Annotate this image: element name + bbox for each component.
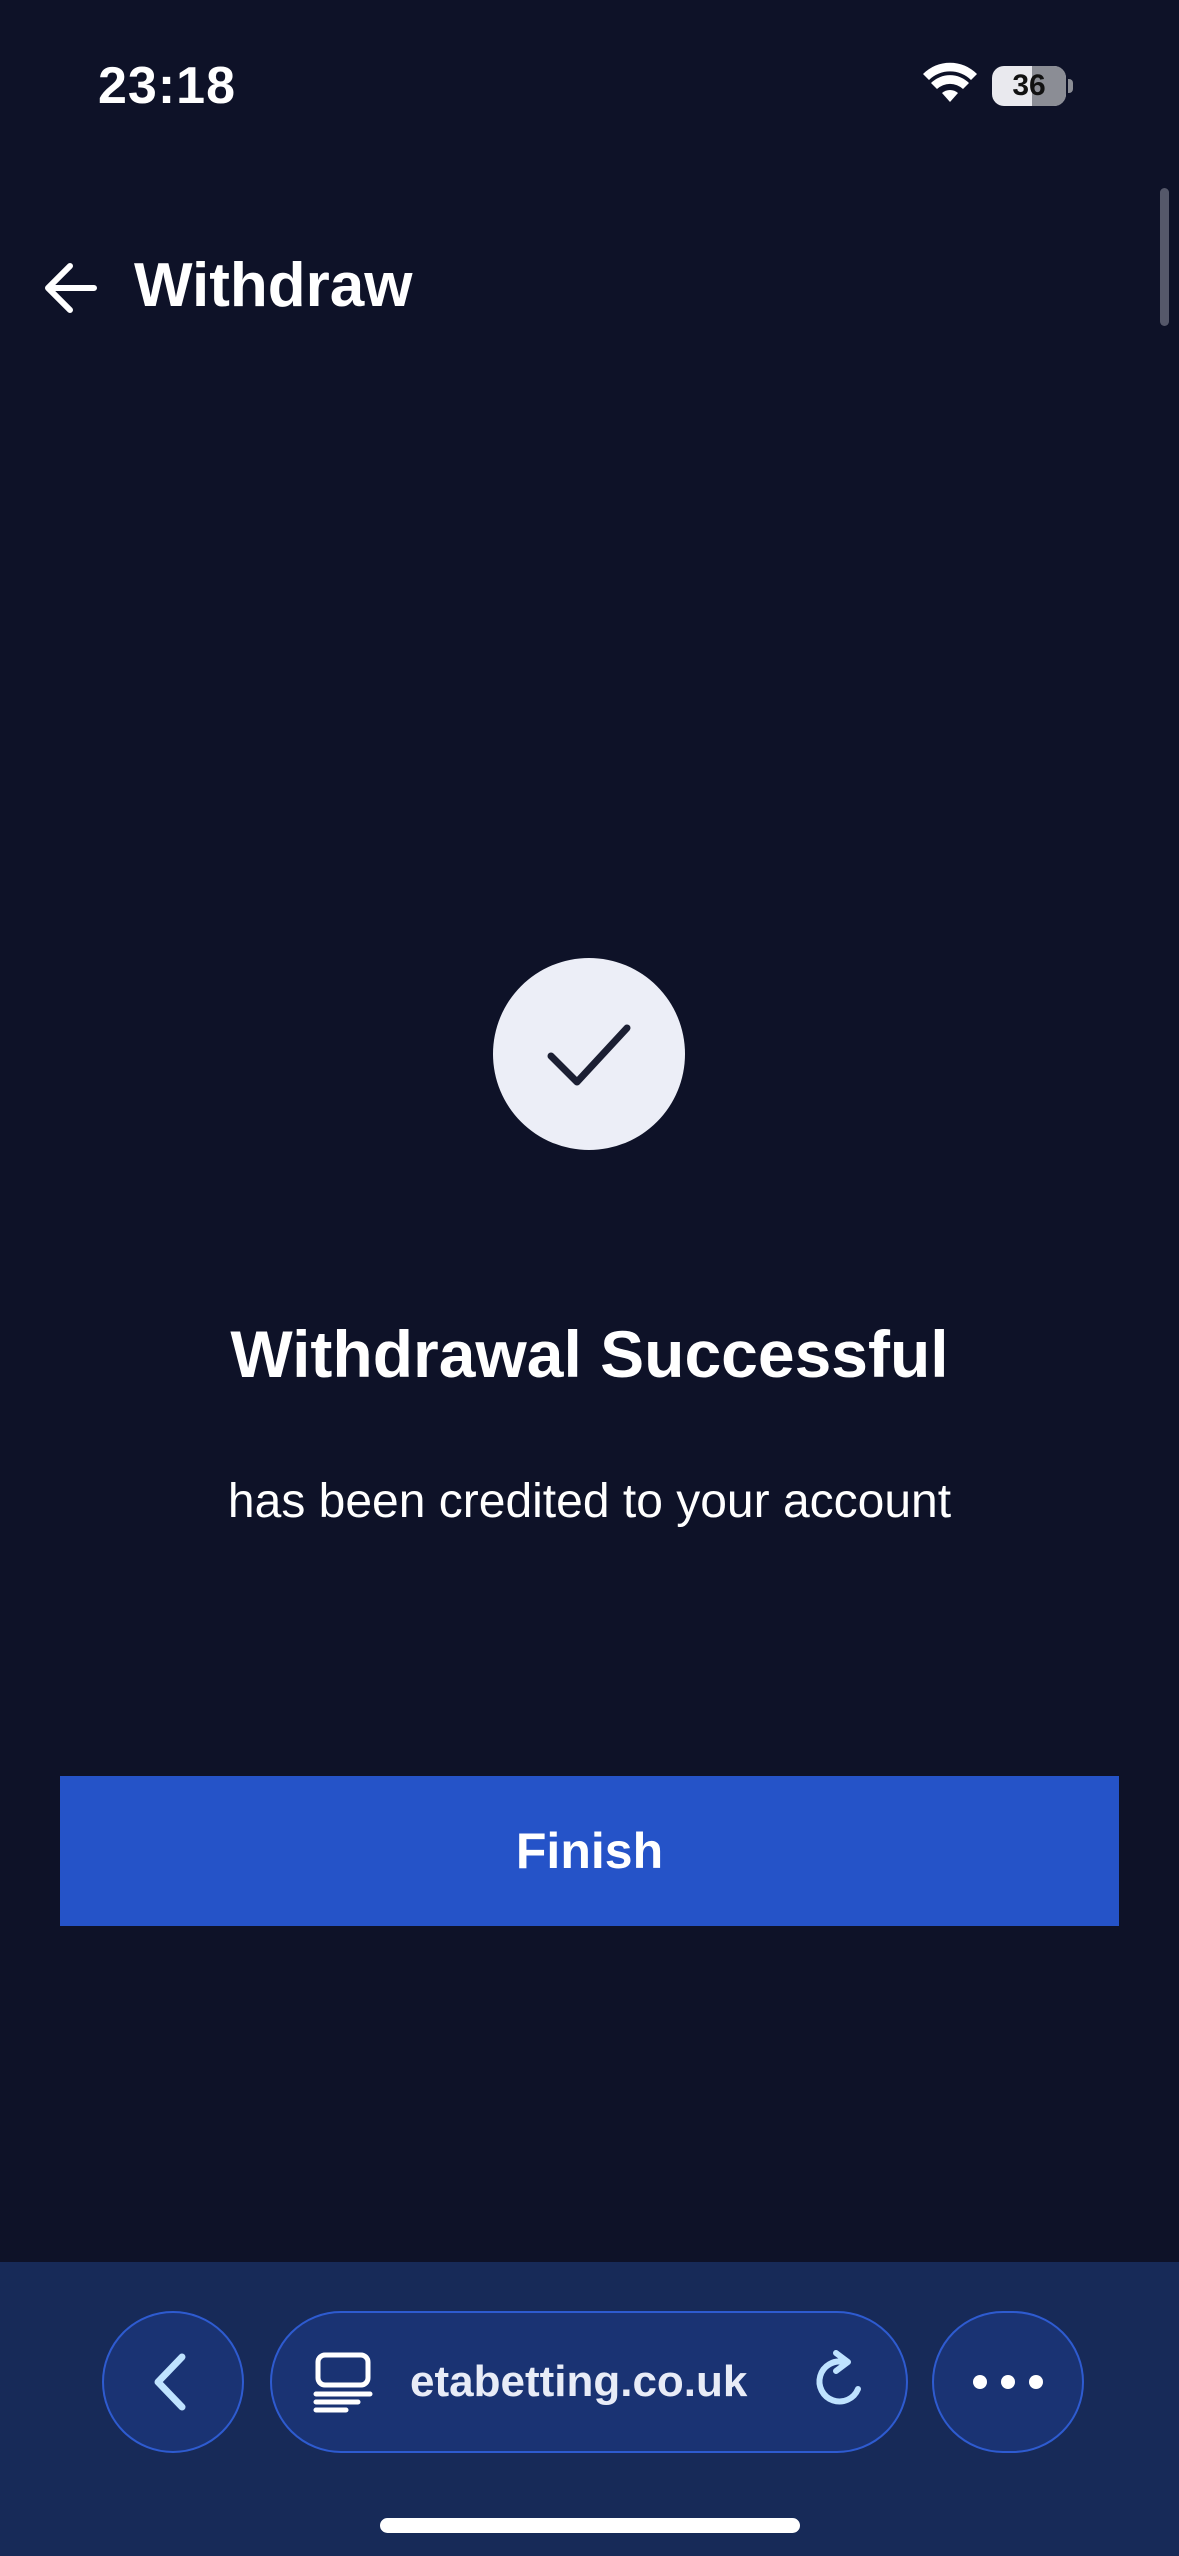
withdraw-success-screen: 23:18 36 Withdraw Withdrawal Successful … [0, 0, 1179, 2556]
success-title: Withdrawal Successful [230, 1317, 949, 1391]
home-indicator[interactable] [380, 2518, 800, 2533]
finish-button[interactable]: Finish [60, 1776, 1119, 1926]
scrollbar[interactable] [1160, 188, 1169, 326]
battery-icon: 36 [992, 66, 1066, 106]
more-icon [973, 2375, 1043, 2389]
browser-back-button[interactable] [102, 2311, 244, 2453]
page-title: Withdraw [134, 251, 413, 320]
success-badge [493, 958, 685, 1150]
arrow-left-icon[interactable] [40, 258, 104, 318]
reload-icon[interactable] [808, 2349, 872, 2413]
check-icon [547, 1024, 631, 1086]
more-button[interactable] [932, 2311, 1084, 2453]
success-message: has been credited to your account [227, 1475, 952, 1528]
wifi-icon [923, 62, 977, 102]
address-bar[interactable]: etabetting.co.uk [270, 2311, 908, 2453]
status-time: 23:18 [98, 57, 236, 115]
tab-overview-icon[interactable] [312, 2351, 374, 2413]
battery-cap [1068, 79, 1073, 93]
chevron-left-icon [154, 2353, 186, 2411]
battery-level: 36 [1012, 69, 1046, 102]
url-text[interactable]: etabetting.co.uk [410, 2313, 780, 2451]
